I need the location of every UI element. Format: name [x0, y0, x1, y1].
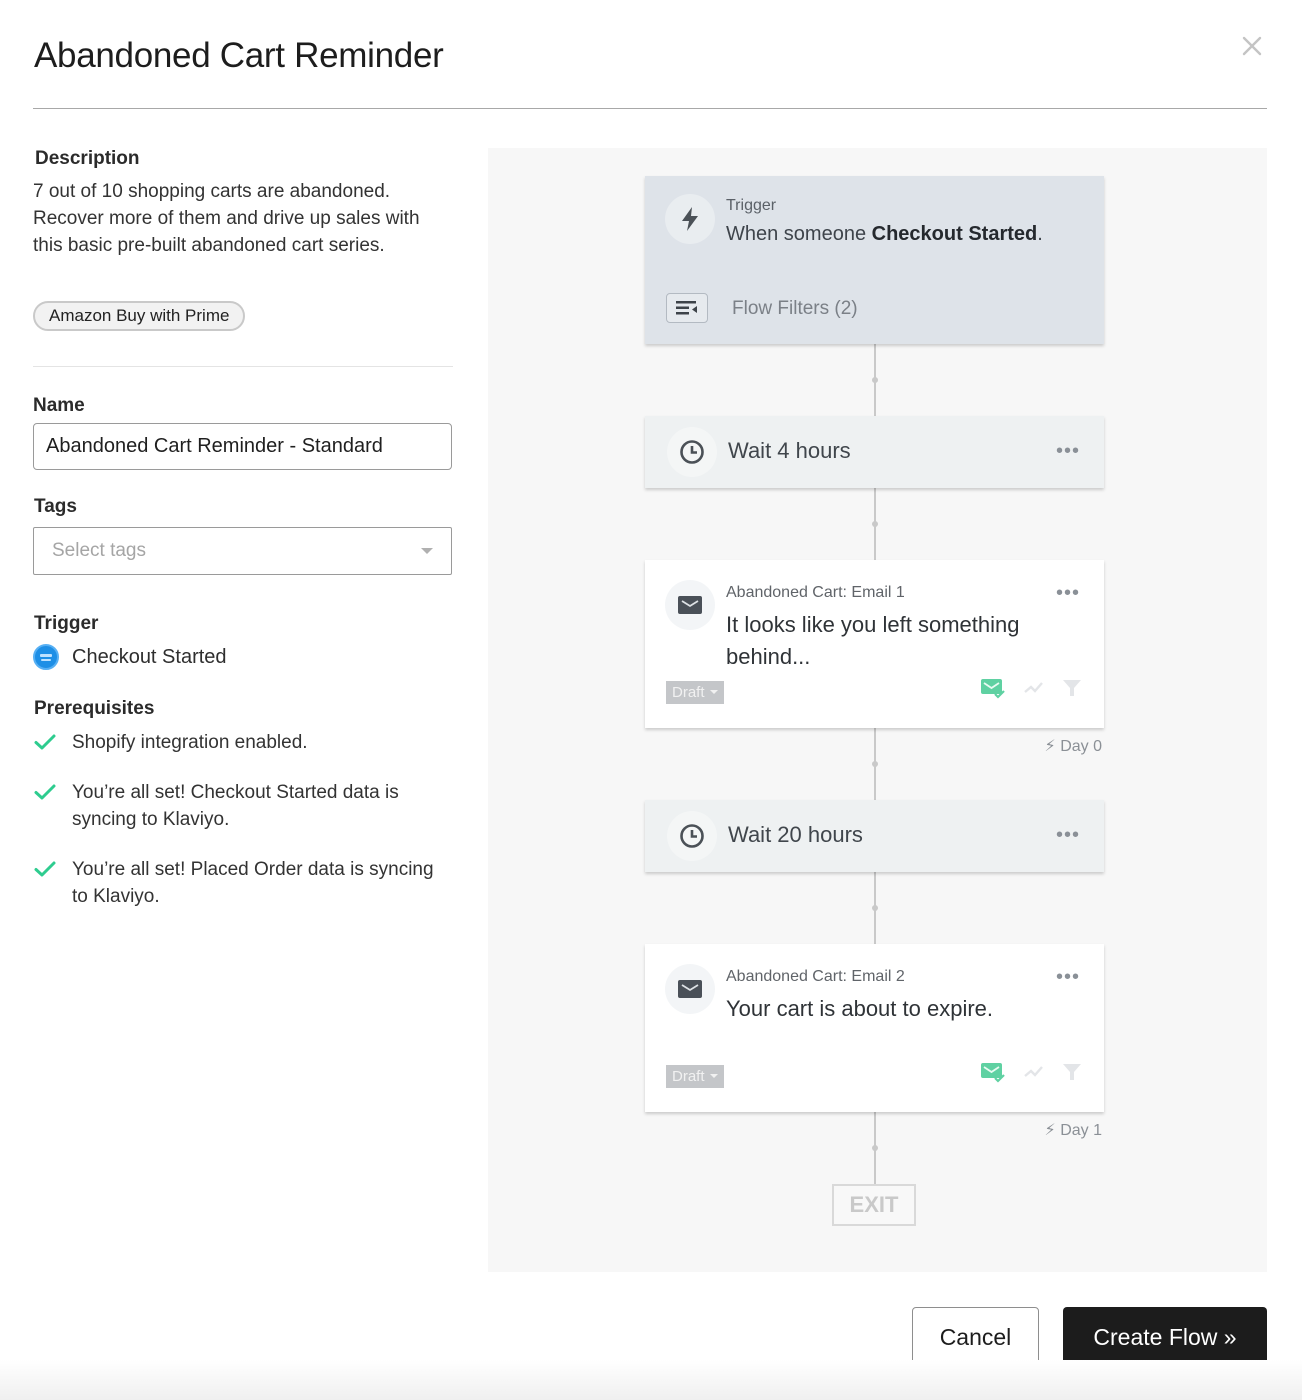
connector-dot [872, 905, 878, 911]
check-icon [34, 861, 56, 877]
more-options-icon[interactable]: ••• [1056, 583, 1080, 603]
smart-sending-icon[interactable] [1023, 680, 1045, 696]
day-label: Day 1 [1060, 1122, 1102, 1139]
description-text: 7 out of 10 shopping carts are abandoned… [33, 181, 420, 256]
prerequisites-label: Prerequisites [34, 698, 155, 719]
envelope-icon [665, 964, 715, 1014]
email-step-card[interactable]: Abandoned Cart: Email 2 Your cart is abo… [645, 944, 1104, 1112]
tags-select[interactable]: Select tags [33, 527, 452, 575]
name-label: Name [33, 395, 85, 416]
tags-placeholder: Select tags [52, 540, 146, 561]
day-marker: ⚡︎ Day 0 [1045, 736, 1102, 756]
more-options-icon[interactable]: ••• [1056, 825, 1080, 845]
prerequisite-item: You’re all set! Placed Order data is syn… [33, 856, 453, 910]
email-tools [980, 1061, 1082, 1083]
lightning-icon: ⚡︎ [1044, 738, 1056, 755]
flow-filters-icon[interactable] [666, 293, 708, 323]
email-verified-icon[interactable] [980, 677, 1006, 699]
email-status-label: Draft [672, 1068, 705, 1085]
more-options-icon[interactable]: ••• [1056, 967, 1080, 987]
trigger-card-label: Trigger [726, 197, 777, 214]
header-divider [33, 108, 1267, 109]
day-label: Day 0 [1060, 738, 1102, 755]
email-status-dropdown[interactable]: Draft [666, 681, 724, 704]
caret-down-icon [709, 690, 718, 694]
email-name: Abandoned Cart: Email 2 [726, 968, 905, 985]
create-flow-modal: Abandoned Cart Reminder Description 7 ou… [0, 0, 1302, 1400]
wait-step-card[interactable]: Wait 20 hours ••• [645, 800, 1104, 872]
clock-icon [667, 811, 717, 861]
day-marker: ⚡︎ Day 1 [1045, 1120, 1102, 1140]
check-icon [34, 784, 56, 800]
flow-exit-node: EXIT [832, 1184, 916, 1226]
description-label: Description [35, 148, 140, 169]
create-flow-button[interactable]: Create Flow » [1063, 1307, 1267, 1367]
trigger-prefix: When someone [726, 223, 872, 245]
email-name: Abandoned Cart: Email 1 [726, 584, 905, 601]
trigger-label: Trigger [34, 613, 99, 634]
wait-step-label: Wait 4 hours [728, 438, 851, 463]
prerequisite-text: You’re all set! Placed Order data is syn… [72, 859, 434, 907]
email-tools [980, 677, 1082, 699]
bottom-fade [0, 1360, 1302, 1400]
smart-sending-icon[interactable] [1023, 1064, 1045, 1080]
connector-dot [872, 761, 878, 767]
connector-dot [872, 521, 878, 527]
email-subject: Your cart is about to expire. [726, 996, 994, 1021]
tag-pill-amazon-buy-with-prime[interactable]: Amazon Buy with Prime [33, 301, 246, 331]
prerequisite-item: You’re all set! Checkout Started data is… [33, 779, 453, 833]
cancel-button[interactable]: Cancel [912, 1307, 1039, 1367]
details-divider [33, 366, 453, 367]
connector-dot [872, 1145, 878, 1151]
name-input[interactable] [33, 423, 452, 470]
caret-down-icon [709, 1074, 718, 1078]
email-status-label: Draft [672, 684, 705, 701]
check-icon [34, 734, 56, 750]
modal-title: Abandoned Cart Reminder [34, 36, 444, 75]
prerequisite-item: Shopify integration enabled. [33, 729, 453, 756]
flow-trigger-card[interactable]: Trigger When someone Checkout Started. F… [645, 176, 1104, 344]
clock-icon [667, 427, 717, 477]
email-step-card[interactable]: Abandoned Cart: Email 1 It looks like yo… [645, 560, 1104, 728]
flow-filters-link[interactable]: Flow Filters (2) [732, 298, 858, 320]
chevron-down-icon [421, 548, 433, 554]
close-icon [1242, 36, 1262, 56]
email-subject: It looks like you left something behind.… [726, 612, 1020, 669]
prerequisites-list: Shopify integration enabled. You’re all … [33, 729, 453, 933]
filter-icon[interactable] [1062, 1062, 1082, 1082]
flow-preview-canvas: Trigger When someone Checkout Started. F… [488, 148, 1267, 1272]
close-button[interactable] [1238, 32, 1266, 60]
filter-icon[interactable] [1062, 678, 1082, 698]
prerequisite-text: You’re all set! Checkout Started data is… [72, 782, 399, 830]
amazon-prime-icon [33, 644, 59, 670]
trigger-summary: Checkout Started [33, 644, 227, 670]
wait-step-card[interactable]: Wait 4 hours ••• [645, 416, 1104, 488]
tags-label: Tags [34, 496, 77, 517]
trigger-metric: Checkout Started [871, 223, 1038, 245]
email-status-dropdown[interactable]: Draft [666, 1065, 724, 1088]
connector-dot [872, 377, 878, 383]
trigger-card-text: When someone Checkout Started. [726, 223, 1043, 246]
lightning-icon [665, 194, 715, 244]
envelope-icon [665, 580, 715, 630]
trigger-value: Checkout Started [72, 645, 227, 668]
prerequisite-text: Shopify integration enabled. [72, 732, 308, 753]
wait-step-label: Wait 20 hours [728, 822, 863, 847]
more-options-icon[interactable]: ••• [1056, 441, 1080, 461]
lightning-icon: ⚡︎ [1044, 1122, 1056, 1139]
email-verified-icon[interactable] [980, 1061, 1006, 1083]
trigger-suffix: . [1037, 223, 1043, 245]
